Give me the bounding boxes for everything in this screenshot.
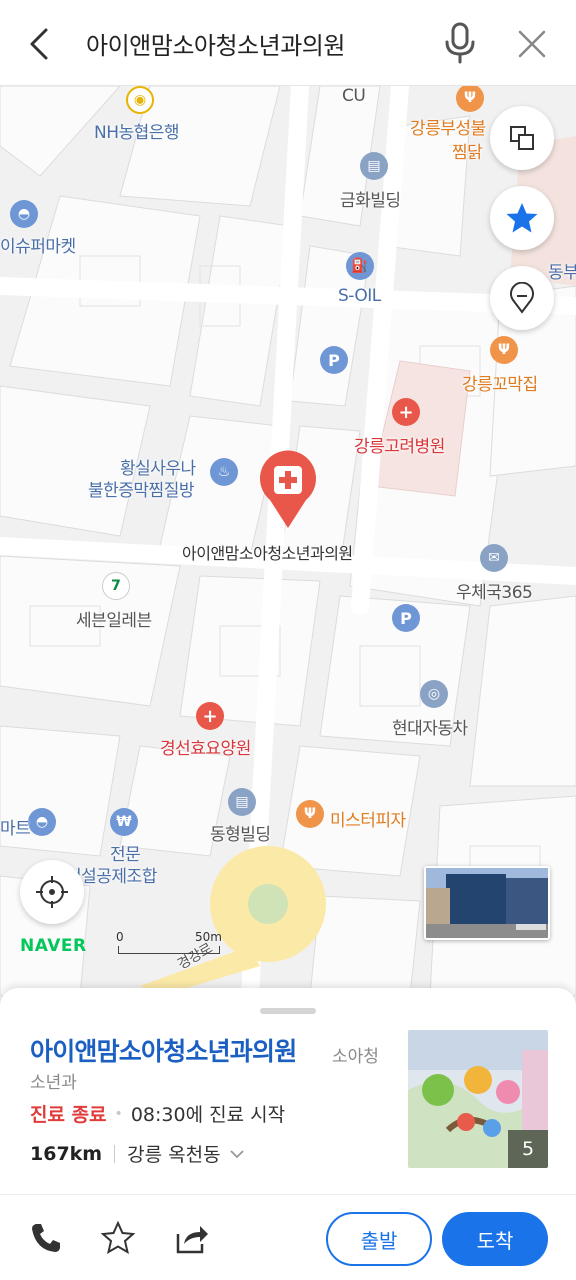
- poi-label-cu[interactable]: CU: [342, 86, 366, 106]
- poi-label-restaurant-1b[interactable]: 찜닭: [452, 138, 483, 163]
- building-icon[interactable]: ▤: [360, 152, 388, 180]
- share-button[interactable]: [174, 1220, 210, 1256]
- poi-label-geumhwa[interactable]: 금화빌딩: [340, 186, 401, 211]
- post-office-icon[interactable]: ✉: [480, 544, 508, 572]
- distance: 167km: [30, 1142, 103, 1165]
- opening-hours: 08:30에 진료 시작: [130, 1104, 286, 1126]
- status-badge: 진료 종료: [30, 1104, 107, 1126]
- my-location-button[interactable]: [20, 860, 84, 924]
- poi-label-post-office[interactable]: 우체국365: [456, 578, 533, 603]
- poi-label-nh-bank[interactable]: NH농협은행: [94, 118, 180, 143]
- location-pin-button[interactable]: [490, 266, 554, 330]
- depart-button[interactable]: 출발: [326, 1212, 432, 1266]
- address: 강릉 옥천동: [127, 1144, 221, 1166]
- street-view-image: [426, 868, 548, 938]
- business-hours-row: 진료 종료 • 08:30에 진료 시작: [30, 1100, 285, 1127]
- save-button[interactable]: [100, 1220, 136, 1256]
- poi-label-sauna-2[interactable]: 불한증막찜질방: [88, 476, 194, 501]
- naver-map-screen: 아이앤맘소아청소년과의원 ◉ Ψ ▤ ◓ ⛽ P Ψ + ♨ ✉ 7 P ◎ +…: [0, 0, 576, 1280]
- search-bar: 아이앤맘소아청소년과의원: [0, 0, 576, 86]
- microphone-icon: [445, 22, 475, 64]
- arrive-button[interactable]: 도착: [442, 1212, 548, 1266]
- poi-label-kkomakjip[interactable]: 강릉꼬막집: [462, 370, 538, 395]
- poi-label-restaurant-1a[interactable]: 강릉부성불: [410, 114, 486, 139]
- scale-bar: [118, 946, 220, 954]
- place-photo[interactable]: 5: [408, 1030, 548, 1168]
- map-canvas[interactable]: ◉ Ψ ▤ ◓ ⛽ P Ψ + ♨ ✉ 7 P ◎ + Ψ ▤ ◓ ₩ CU N…: [0, 86, 576, 996]
- chevron-down-icon: [229, 1149, 244, 1158]
- separator: [114, 1144, 116, 1163]
- hospital-icon[interactable]: +: [392, 398, 420, 426]
- layers-icon: [510, 126, 534, 150]
- phone-icon: [32, 1224, 60, 1252]
- star-outline-icon: [100, 1220, 136, 1255]
- hospital-icon[interactable]: +: [196, 702, 224, 730]
- bank-icon[interactable]: ₩: [110, 808, 138, 836]
- photo-count: 5: [508, 1130, 548, 1168]
- scale-fifty: 50m: [195, 930, 222, 944]
- convenience-store-icon[interactable]: 7: [102, 572, 130, 600]
- back-button[interactable]: [20, 22, 60, 66]
- separator-dot: •: [114, 1105, 123, 1122]
- scale-zero: 0: [116, 930, 124, 944]
- naver-logo: NAVER: [20, 936, 87, 956]
- star-filled-icon: [506, 203, 538, 233]
- map-pin-icon: [510, 282, 534, 314]
- gas-station-icon[interactable]: ⛽: [346, 252, 374, 280]
- place-category-part2: 소년과: [30, 1073, 77, 1093]
- shopping-icon[interactable]: ◓: [28, 808, 56, 836]
- map-scale: 0 50m: [116, 930, 222, 956]
- voice-search-button[interactable]: [440, 20, 480, 66]
- call-button[interactable]: [28, 1220, 64, 1256]
- poi-label-gyeongseon[interactable]: 경선효요양원: [160, 734, 251, 759]
- hospital-marker-icon[interactable]: [256, 448, 320, 530]
- poi-label-mart[interactable]: 마트: [0, 814, 31, 839]
- poi-label-s-oil[interactable]: S-OIL: [338, 286, 381, 306]
- restaurant-icon[interactable]: Ψ: [296, 800, 324, 828]
- back-arrow-icon: [30, 28, 48, 60]
- poi-label-gangneung-hospital[interactable]: 강릉고려병원: [354, 432, 445, 457]
- close-icon: [518, 30, 546, 58]
- poi-label-donghyung[interactable]: 동형빌딩: [210, 820, 271, 845]
- map-layers-button[interactable]: [490, 106, 554, 170]
- poi-label-target-clinic[interactable]: 아이앤맘소아청소년과의원: [182, 540, 353, 564]
- restaurant-icon[interactable]: Ψ: [490, 336, 518, 364]
- place-info-sheet: 아이앤맘소아청소년과의원 소아청 소년과 진료 종료 • 08:30에 진료 시…: [0, 988, 576, 1280]
- share-icon: [176, 1226, 208, 1254]
- divider: [0, 1194, 576, 1195]
- sauna-icon[interactable]: ♨: [210, 458, 238, 486]
- poi-label-supermarket[interactable]: 이슈퍼마켓: [0, 232, 76, 257]
- crosshair-icon: [36, 876, 68, 908]
- shopping-icon[interactable]: ◓: [10, 200, 38, 228]
- address-row[interactable]: 167km 강릉 옥천동: [30, 1140, 245, 1167]
- bank-icon[interactable]: ◉: [126, 86, 154, 114]
- clear-search-button[interactable]: [512, 24, 552, 64]
- parking-icon[interactable]: P: [392, 604, 420, 632]
- place-name[interactable]: 아이앤맘소아청소년과의원: [30, 1032, 297, 1068]
- place-category-part1: 소아청: [332, 1047, 379, 1067]
- drag-handle[interactable]: [260, 1008, 316, 1014]
- car-dealer-icon[interactable]: ◎: [420, 680, 448, 708]
- favorites-button[interactable]: [490, 186, 554, 250]
- poi-label-hyundai[interactable]: 현대자동차: [392, 714, 468, 739]
- poi-label-mister-pizza[interactable]: 미스터피자: [330, 806, 406, 831]
- building-icon[interactable]: ▤: [228, 788, 256, 816]
- search-query[interactable]: 아이앤맘소아청소년과의원: [86, 26, 345, 61]
- street-view-thumbnail[interactable]: [424, 866, 550, 940]
- poi-label-seven-eleven[interactable]: 세븐일레븐: [76, 606, 152, 631]
- poi-label-dongbu[interactable]: 동부: [548, 258, 576, 283]
- parking-icon[interactable]: P: [320, 346, 348, 374]
